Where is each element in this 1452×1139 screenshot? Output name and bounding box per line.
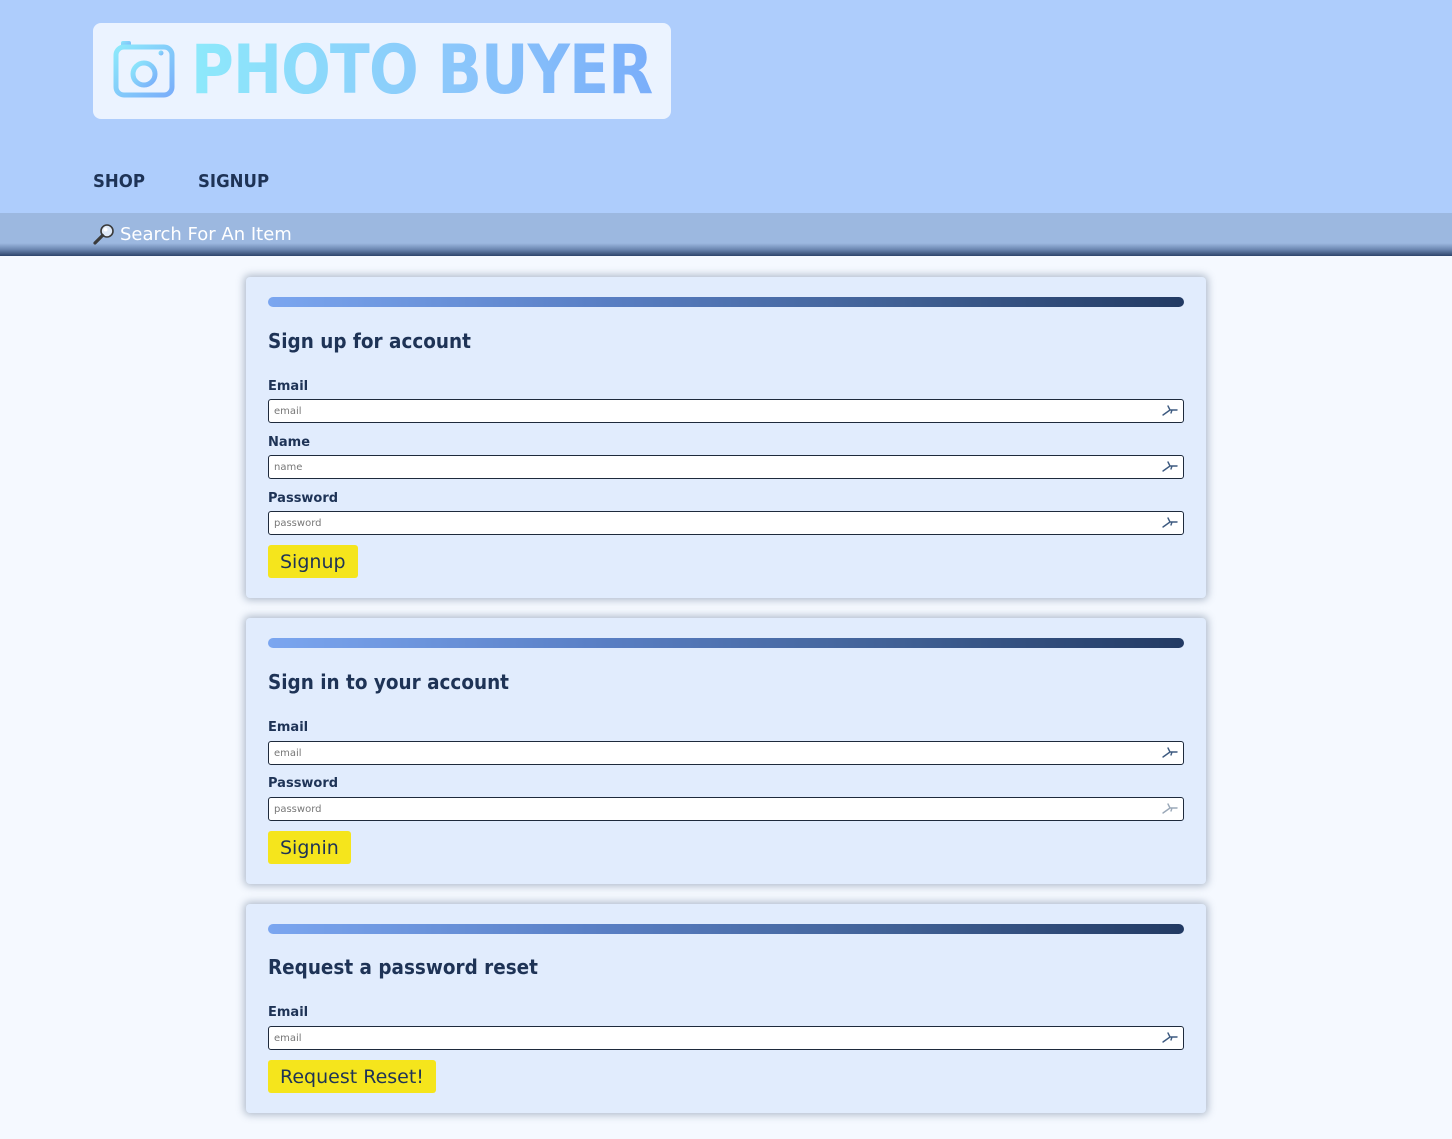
signup-name-input[interactable]: [269, 456, 1149, 478]
card-accent-bar: [268, 924, 1184, 934]
signup-password-input[interactable]: [269, 512, 1149, 534]
password-manager-key-icon[interactable]: [1161, 403, 1179, 419]
signin-button[interactable]: Signin: [268, 831, 351, 864]
magnifying-glass-icon: [93, 224, 114, 245]
card-accent-bar: [268, 638, 1184, 648]
signin-email-field[interactable]: [268, 741, 1184, 765]
signin-password-input[interactable]: [269, 798, 1149, 820]
signin-email-label: Email: [268, 720, 309, 735]
signin-title: Sign in to your account: [268, 670, 509, 694]
card-accent-bar: [268, 297, 1184, 307]
search-input[interactable]: [118, 221, 518, 247]
signin-password-field[interactable]: [268, 797, 1184, 821]
signup-button[interactable]: Signup: [268, 545, 358, 578]
signup-name-field[interactable]: [268, 455, 1184, 479]
signup-password-label: Password: [268, 491, 339, 506]
reset-email-field[interactable]: [268, 1026, 1184, 1050]
password-manager-key-icon[interactable]: [1161, 515, 1179, 531]
nav-link-signup[interactable]: SIGNUP: [198, 171, 269, 192]
password-manager-key-icon[interactable]: [1161, 801, 1179, 817]
reset-email-label: Email: [268, 1005, 309, 1020]
signup-email-input[interactable]: [269, 400, 1149, 422]
signin-card: Sign in to your account Email Password S…: [246, 618, 1206, 884]
signup-password-field[interactable]: [268, 511, 1184, 535]
site-header: PHOTO BUYER SHOP SIGNUP: [0, 0, 1452, 213]
reset-title: Request a password reset: [268, 955, 538, 979]
signin-email-input[interactable]: [269, 742, 1149, 764]
signup-email-label: Email: [268, 379, 309, 394]
password-manager-key-icon[interactable]: [1161, 459, 1179, 475]
password-manager-key-icon[interactable]: [1161, 745, 1179, 761]
signup-email-field[interactable]: [268, 399, 1184, 423]
logo-text: PHOTO BUYER: [191, 29, 653, 113]
request-reset-button[interactable]: Request Reset!: [268, 1060, 436, 1093]
search-bar: [0, 213, 1452, 256]
reset-card: Request a password reset Email Request R…: [246, 904, 1206, 1113]
signup-title: Sign up for account: [268, 329, 471, 353]
logo[interactable]: PHOTO BUYER: [93, 23, 671, 119]
signin-password-label: Password: [268, 776, 339, 791]
password-manager-key-icon[interactable]: [1161, 1030, 1179, 1046]
nav-link-shop[interactable]: SHOP: [93, 171, 145, 192]
camera-icon: [113, 41, 175, 98]
reset-email-input[interactable]: [269, 1027, 1149, 1049]
signup-card: Sign up for account Email Name Password …: [246, 277, 1206, 598]
signup-name-label: Name: [268, 435, 311, 450]
